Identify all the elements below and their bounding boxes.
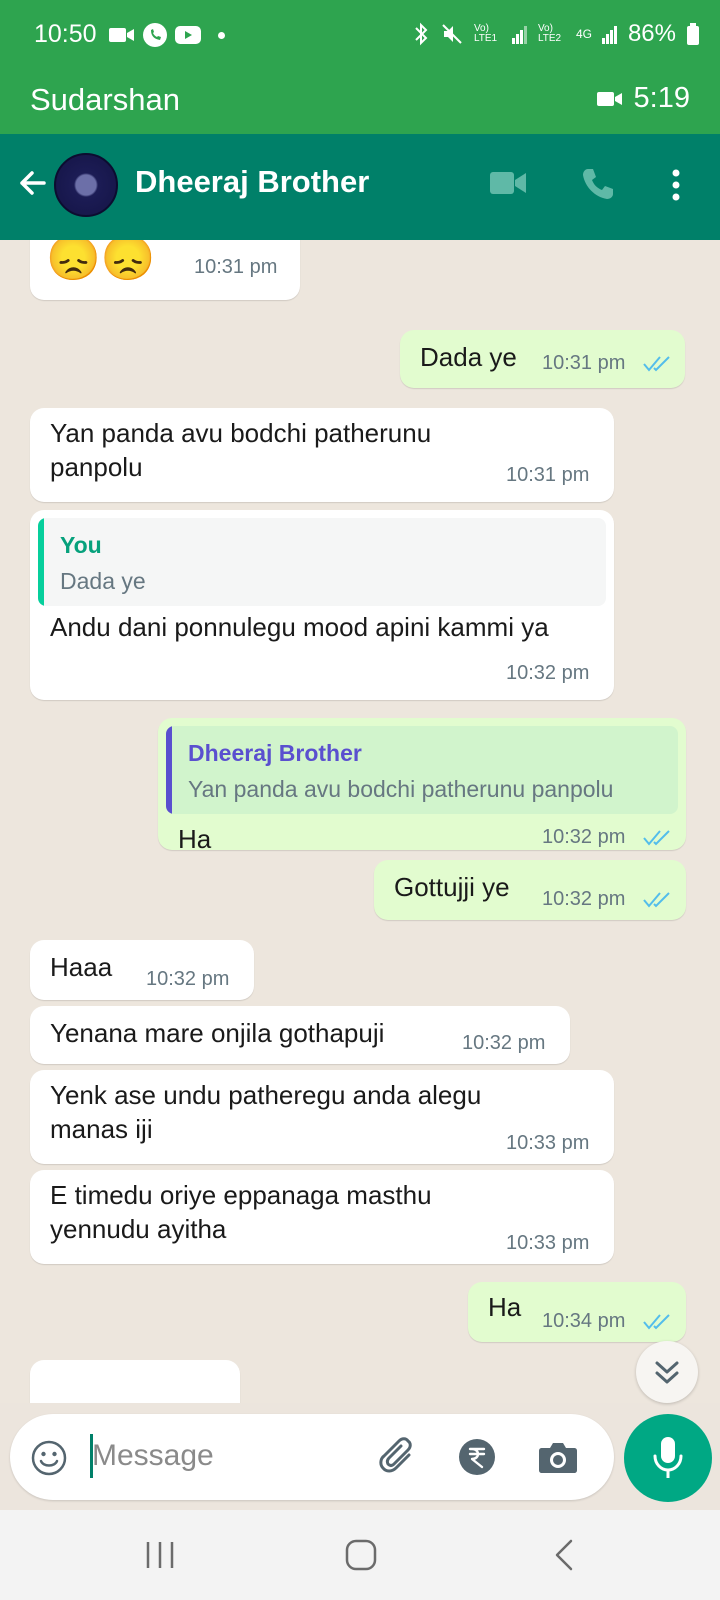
battery-icon (687, 23, 699, 45)
message-text: Haaa (50, 952, 113, 982)
system-navigation-bar (0, 1510, 720, 1600)
quoted-text: Yan panda avu bodchi patherunu panpolu (188, 776, 614, 802)
rupee-payment-icon[interactable] (458, 1438, 496, 1476)
message-incoming[interactable]: Yan panda avu bodchi patherunu panpolu 1… (30, 408, 614, 502)
attach-icon[interactable] (378, 1436, 418, 1478)
message-incoming[interactable]: 😞😞 10:31 pm (30, 240, 300, 300)
message-text: Dada ye (420, 342, 517, 372)
message-incoming[interactable]: Haaa 10:32 pm (30, 940, 254, 1000)
call-timer-text: 5:19 (633, 82, 690, 114)
message-outgoing[interactable]: Gottujji ye 10:32 pm (374, 860, 686, 920)
message-time: 10:31 pm (506, 464, 590, 486)
message-text: E timedu oriye eppanaga masthu yennudu a… (50, 1180, 432, 1244)
notification-icons (108, 22, 225, 48)
mute-icon (442, 24, 462, 44)
message-text: Ha (178, 824, 212, 854)
double-chevron-down-icon (655, 1361, 679, 1384)
camera-icon[interactable] (538, 1440, 578, 1474)
message-incoming[interactable]: E timedu oriye eppanaga masthu yennudu a… (30, 1170, 614, 1264)
message-text: Yan panda avu bodchi patherunu panpolu (50, 418, 432, 482)
quoted-author: Dheeraj Brother (188, 740, 362, 766)
message-text: Gottujji ye (394, 872, 510, 902)
contact-name[interactable]: Dheeraj Brother (135, 164, 369, 200)
video-call-notification-icon (109, 28, 134, 42)
message-composer (10, 1414, 614, 1500)
read-receipt-icon (643, 892, 670, 908)
network-4g-label: 4G (575, 27, 592, 41)
message-text: Yenk ase undu patheregu anda alegu manas… (50, 1080, 482, 1144)
back-arrow-icon[interactable] (14, 165, 50, 201)
message-incoming[interactable]: Yenk ase undu patheregu anda alegu manas… (30, 1070, 614, 1164)
back-nav-icon[interactable] (552, 1538, 576, 1572)
message-text: Andu dani ponnulegu mood apini kammi ya (50, 612, 549, 642)
call-contact-name: Sudarshan (30, 82, 180, 117)
status-bar: 10:50 Vo) LTE1 Vo) LTE2 4G 86% (0, 0, 720, 72)
message-outgoing-reply[interactable]: Dheeraj Brother Yan panda avu bodchi pat… (158, 718, 686, 854)
message-time: 10:33 pm (506, 1132, 590, 1154)
status-time: 10:50 (34, 20, 97, 48)
message-text: 😞😞 (46, 240, 156, 283)
quote-accent-bar (166, 726, 172, 814)
message-time: 10:32 pm (462, 1032, 546, 1054)
video-call-button-icon[interactable] (488, 168, 528, 198)
chat-messages[interactable]: 😞😞 10:31 pm Dada ye 10:31 pm Yan panda a… (0, 240, 720, 1403)
whatsapp-notification-icon (143, 23, 167, 47)
message-time: 10:33 pm (506, 1232, 590, 1254)
quote-accent-bar (38, 518, 44, 606)
message-incoming-reply[interactable]: You Dada ye Andu dani ponnulegu mood api… (30, 510, 614, 700)
video-call-icon (596, 91, 622, 106)
message-outgoing[interactable]: Ha 10:34 pm (468, 1282, 686, 1342)
message-text: Yenana mare onjila gothapuji (50, 1018, 385, 1048)
quoted-text: Dada ye (60, 568, 146, 594)
voice-call-button-icon[interactable] (580, 166, 616, 202)
read-receipt-icon (643, 356, 670, 372)
lte2-label: Vo) LTE2 (537, 23, 562, 44)
message-time: 10:32 pm (506, 662, 590, 684)
message-incoming-partial[interactable] (30, 1360, 240, 1403)
read-receipt-icon (643, 830, 670, 846)
battery-percent: 86% (627, 20, 676, 47)
quoted-message[interactable]: Dheeraj Brother Yan panda avu bodchi pat… (166, 726, 678, 814)
youtube-notification-icon (175, 26, 201, 44)
message-time: 10:32 pm (146, 968, 230, 990)
call-timer: 5:19 (596, 82, 690, 115)
quoted-author: You (60, 532, 102, 558)
message-time: 10:32 pm (542, 888, 626, 910)
voice-message-button[interactable] (624, 1414, 712, 1502)
message-time: 10:34 pm (542, 1310, 626, 1332)
home-icon[interactable] (344, 1538, 378, 1572)
more-notifications-dot-icon (218, 31, 225, 39)
message-time: 10:31 pm (542, 352, 626, 374)
contact-avatar[interactable] (54, 153, 118, 217)
message-input[interactable] (92, 1436, 352, 1476)
message-text: Ha (488, 1292, 522, 1322)
signal-1-icon (511, 26, 527, 44)
ongoing-call-banner[interactable]: Sudarshan 5:19 (0, 72, 720, 134)
lte1-label: Vo) LTE1 (473, 23, 498, 44)
read-receipt-icon (643, 1314, 670, 1330)
recent-apps-icon[interactable] (144, 1540, 176, 1570)
message-time: 10:32 pm (542, 826, 626, 848)
signal-2-icon (601, 26, 617, 44)
message-time: 10:31 pm (194, 256, 278, 278)
microphone-icon (653, 1437, 683, 1478)
scroll-to-bottom-button[interactable] (636, 1341, 698, 1403)
message-incoming[interactable]: Yenana mare onjila gothapuji 10:32 pm (30, 1006, 570, 1064)
quoted-message[interactable]: You Dada ye (38, 518, 606, 606)
emoji-icon[interactable] (30, 1439, 68, 1477)
status-indicators: Vo) LTE1 Vo) LTE2 4G 86% (412, 20, 700, 48)
bluetooth-icon (415, 22, 428, 46)
more-options-icon[interactable] (670, 168, 682, 202)
message-outgoing[interactable]: Dada ye 10:31 pm (400, 330, 685, 388)
chat-header: Dheeraj Brother (0, 134, 720, 240)
